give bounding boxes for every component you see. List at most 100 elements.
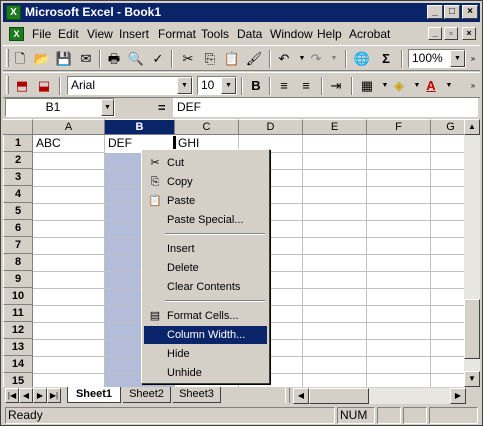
sheet-tab-sheet3[interactable]: Sheet3 xyxy=(173,387,221,403)
scroll-up-icon[interactable]: ▲ xyxy=(464,119,480,135)
scroll-left-icon[interactable]: ◀ xyxy=(293,388,309,404)
cell-a1[interactable]: ABC xyxy=(33,135,105,151)
menu-item-clear-contents[interactable]: Clear Contents xyxy=(144,278,267,296)
font-size-combo[interactable]: 10 ▼ xyxy=(197,76,237,95)
menu-file[interactable]: File xyxy=(32,27,51,41)
row-header-8[interactable]: 8 xyxy=(3,254,33,271)
row-header-6[interactable]: 6 xyxy=(3,220,33,237)
column-header-g[interactable]: G xyxy=(431,119,464,135)
copy-icon[interactable]: ⎘ xyxy=(201,50,219,68)
formula-equals-sign[interactable]: = xyxy=(158,100,166,115)
row-header-7[interactable]: 7 xyxy=(3,237,33,254)
vertical-scrollbar[interactable]: ▲ ▼ xyxy=(464,119,480,387)
doc-minimize-button[interactable]: _ xyxy=(428,27,442,40)
row-header-3[interactable]: 3 xyxy=(3,169,33,186)
menu-edit[interactable]: Edit xyxy=(58,27,79,41)
align-left-icon[interactable]: ≡ xyxy=(275,77,293,95)
formula-input[interactable]: DEF xyxy=(173,98,478,117)
horizontal-scrollbar[interactable]: ◀ ▶ xyxy=(293,388,466,404)
font-color-icon[interactable]: A xyxy=(422,77,440,95)
redo-dropdown-icon[interactable]: ▼ xyxy=(325,50,343,68)
menu-item-hide[interactable]: Hide xyxy=(144,345,267,363)
chevron-down-icon[interactable]: ▼ xyxy=(450,50,465,67)
column-header-e[interactable]: E xyxy=(303,119,367,135)
row-header-15[interactable]: 15 xyxy=(3,373,33,387)
tab-split-handle[interactable] xyxy=(285,388,290,403)
menu-item-paste[interactable]: 📋 Paste xyxy=(144,192,267,210)
autosum-icon[interactable]: Σ xyxy=(377,50,395,68)
chevron-down-icon[interactable]: ▼ xyxy=(177,77,192,94)
column-header-f[interactable]: F xyxy=(367,119,431,135)
menu-tools[interactable]: Tools xyxy=(201,27,229,41)
row-header-2[interactable]: 2 xyxy=(3,152,33,169)
horizontal-scroll-thumb[interactable] xyxy=(309,388,369,404)
menu-item-paste-special[interactable]: Paste Special... xyxy=(144,211,267,229)
row-header-9[interactable]: 9 xyxy=(3,271,33,288)
next-sheet-icon[interactable]: ▶ xyxy=(33,388,47,403)
new-icon[interactable]: 🗋 xyxy=(11,50,29,68)
column-header-d[interactable]: D xyxy=(239,119,303,135)
menu-item-column-width[interactable]: Column Width... xyxy=(144,326,267,344)
paste-icon[interactable]: 📋 xyxy=(223,50,241,68)
chevron-down-icon[interactable]: ▼ xyxy=(221,77,236,94)
menu-window[interactable]: Window xyxy=(270,27,313,41)
doc-restore-button[interactable]: ▫ xyxy=(444,27,458,40)
more-buttons-icon[interactable]: » xyxy=(468,77,478,95)
row-header-14[interactable]: 14 xyxy=(3,356,33,373)
zoom-combo[interactable]: 100% ▼ xyxy=(408,49,466,68)
mail-icon[interactable]: ✉ xyxy=(77,50,95,68)
spelling-icon[interactable]: ✓ xyxy=(149,50,167,68)
cut-icon[interactable]: ✂ xyxy=(179,50,197,68)
print-preview-icon[interactable]: 🔍 xyxy=(127,50,145,68)
column-header-a[interactable]: A xyxy=(33,119,105,135)
maximize-button[interactable]: □ xyxy=(444,5,460,19)
column-header-b[interactable]: B xyxy=(105,119,175,135)
menu-item-format-cells[interactable]: ▤ Format Cells... xyxy=(144,307,267,325)
menu-item-delete[interactable]: Delete xyxy=(144,259,267,277)
open-icon[interactable]: 📂 xyxy=(33,50,51,68)
excel-icon[interactable]: X xyxy=(6,5,21,20)
row-header-4[interactable]: 4 xyxy=(3,186,33,203)
workbook-icon[interactable]: X xyxy=(9,27,24,41)
last-sheet-icon[interactable]: ▶| xyxy=(47,388,61,403)
undo-icon[interactable]: ↶ xyxy=(275,50,293,68)
sheet-tab-sheet1[interactable]: Sheet1 xyxy=(67,387,121,403)
more-buttons-icon[interactable]: » xyxy=(468,50,478,68)
redo-icon[interactable]: ↷ xyxy=(307,50,325,68)
menu-help[interactable]: Help xyxy=(317,27,342,41)
toolbar-grip[interactable] xyxy=(6,76,9,94)
row-header-12[interactable]: 12 xyxy=(3,322,33,339)
pdf-mail-icon[interactable]: ⬓ xyxy=(35,77,53,95)
menu-data[interactable]: Data xyxy=(237,27,262,41)
align-center-icon[interactable]: ≡ xyxy=(297,77,315,95)
minimize-button[interactable]: _ xyxy=(427,5,443,19)
bold-icon[interactable]: B xyxy=(247,77,265,95)
menu-item-insert[interactable]: Insert xyxy=(144,240,267,258)
format-painter-icon[interactable]: 🖌 xyxy=(245,50,263,68)
row-header-10[interactable]: 10 xyxy=(3,288,33,305)
save-icon[interactable]: 💾 xyxy=(55,50,73,68)
font-color-dropdown-icon[interactable]: ▼ xyxy=(440,77,458,95)
row-header-13[interactable]: 13 xyxy=(3,339,33,356)
toolbar-grip[interactable] xyxy=(6,49,9,67)
vertical-scroll-thumb[interactable] xyxy=(464,299,480,359)
scroll-right-icon[interactable]: ▶ xyxy=(450,388,466,404)
select-all-corner[interactable] xyxy=(3,119,33,135)
menu-item-cut[interactable]: ✂ Cut xyxy=(144,154,267,172)
menu-item-unhide[interactable]: Unhide xyxy=(144,364,267,382)
chevron-down-icon[interactable]: ▼ xyxy=(101,99,114,116)
menu-format[interactable]: Format xyxy=(158,27,196,41)
menu-insert[interactable]: Insert xyxy=(119,27,149,41)
menu-acrobat[interactable]: Acrobat xyxy=(349,27,390,41)
doc-close-button[interactable]: × xyxy=(462,27,476,40)
pdf-icon[interactable]: ⬒ xyxy=(13,77,31,95)
print-icon[interactable]: 🖶 xyxy=(105,50,123,68)
sheet-tab-sheet2[interactable]: Sheet2 xyxy=(123,387,171,403)
name-box[interactable]: B1 ▼ xyxy=(5,98,115,117)
row-header-5[interactable]: 5 xyxy=(3,203,33,220)
increase-indent-icon[interactable]: ⇥ xyxy=(327,77,345,95)
prev-sheet-icon[interactable]: ◀ xyxy=(19,388,33,403)
menu-item-copy[interactable]: ⎘ Copy xyxy=(144,173,267,191)
column-header-c[interactable]: C xyxy=(175,119,239,135)
borders-icon[interactable]: ▦ xyxy=(358,77,376,95)
